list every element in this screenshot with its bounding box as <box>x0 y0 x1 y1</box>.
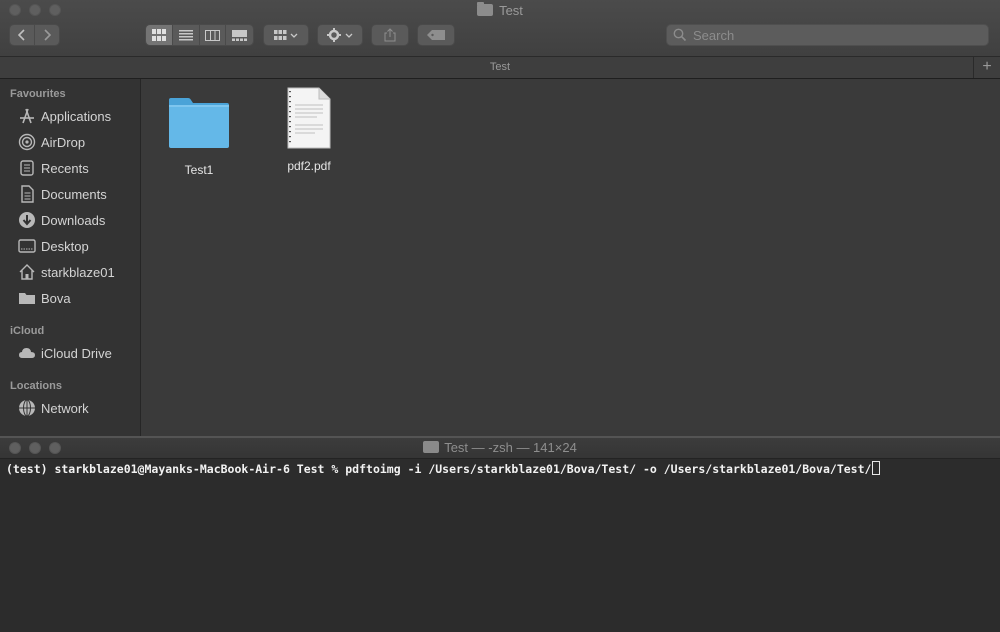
sidebar-item-recents[interactable]: Recents <box>18 157 89 179</box>
forward-button[interactable] <box>35 25 59 45</box>
sidebar-item-label: Documents <box>41 186 107 202</box>
sidebar-item-label: iCloud Drive <box>41 345 112 361</box>
sidebar-item-label: Recents <box>41 160 89 176</box>
gallery-view-button[interactable] <box>226 25 253 45</box>
search-placeholder: Search <box>693 27 735 43</box>
zoom-button[interactable] <box>49 442 61 454</box>
network-icon <box>18 399 36 417</box>
recents-icon <box>18 159 36 177</box>
applications-icon <box>18 107 36 125</box>
terminal-command: (test) starkblaze01@Mayanks-MacBook-Air-… <box>6 462 872 476</box>
chevron-left-icon <box>18 29 25 41</box>
sidebar-item-documents[interactable]: Documents <box>18 183 107 205</box>
cloud-icon <box>18 344 36 362</box>
view-mode-control <box>145 24 254 46</box>
folder-icon <box>423 441 440 453</box>
sidebar-item-downloads[interactable]: Downloads <box>18 209 105 231</box>
sidebar-item-label: Network <box>41 400 89 416</box>
sidebar-item-home[interactable]: starkblaze01 <box>18 261 115 283</box>
action-button[interactable] <box>317 24 363 46</box>
terminal-prompt-line[interactable]: (test) starkblaze01@Mayanks-MacBook-Air-… <box>6 461 881 476</box>
sidebar-item-applications[interactable]: Applications <box>18 105 111 127</box>
text-cursor <box>872 461 881 475</box>
sidebar-item-label: Desktop <box>41 238 89 254</box>
path-bar: Test + <box>0 57 1000 79</box>
sidebar-item-label: Bova <box>41 290 71 306</box>
share-button[interactable] <box>371 24 409 46</box>
share-icon <box>384 28 396 42</box>
minimize-button[interactable] <box>29 442 41 454</box>
column-view-button[interactable] <box>199 25 227 45</box>
sidebar-item-label: Downloads <box>41 212 106 228</box>
terminal-titlebar: Test — -zsh — 141×24 <box>0 438 1000 459</box>
sidebar-item-label: Applications <box>41 108 112 124</box>
close-button[interactable] <box>9 442 21 454</box>
gallery-icon <box>232 29 248 41</box>
sidebar-item-desktop[interactable]: Desktop <box>18 235 89 257</box>
documents-icon <box>18 185 36 203</box>
list-icon <box>178 29 193 40</box>
list-view-button[interactable] <box>172 25 200 45</box>
pdf-document-icon <box>287 87 331 149</box>
folder-icon <box>477 2 494 16</box>
sidebar-item-label: starkblaze01 <box>41 264 115 280</box>
search-field[interactable]: Search <box>666 24 989 46</box>
finder-toolbar: Test Search <box>0 0 1000 57</box>
sidebar-item-airdrop[interactable]: AirDrop <box>18 131 85 153</box>
folder-icon <box>169 98 229 148</box>
downloads-icon <box>18 211 36 229</box>
gear-icon <box>327 28 353 42</box>
sidebar: Favourites Applications AirDrop Recents … <box>0 79 141 436</box>
file-name: Test1 <box>184 163 214 177</box>
finder-window: Test Search Test + Favourites Applicatio… <box>0 0 1000 436</box>
terminal-title: Test — -zsh — 141×24 <box>444 440 577 455</box>
group-grid-icon <box>274 30 298 40</box>
file-item-test1[interactable] <box>168 97 232 149</box>
columns-icon <box>204 29 220 41</box>
terminal-window[interactable]: Test — -zsh — 141×24 (test) starkblaze01… <box>0 436 1000 632</box>
icon-view-button[interactable] <box>146 25 173 45</box>
sidebar-item-bova[interactable]: Bova <box>18 287 71 309</box>
tag-icon <box>427 30 445 40</box>
file-item-pdf2[interactable] <box>287 87 331 149</box>
add-tab-button[interactable]: + <box>973 57 1000 78</box>
sidebar-header-icloud: iCloud <box>10 325 45 337</box>
sidebar-item-icloud-drive[interactable]: iCloud Drive <box>18 342 112 364</box>
group-button[interactable] <box>263 24 309 46</box>
grid-icon <box>151 29 166 41</box>
airdrop-icon <box>18 133 36 151</box>
tag-button[interactable] <box>417 24 455 46</box>
home-icon <box>18 263 36 281</box>
desktop-icon <box>18 237 36 255</box>
search-icon <box>673 28 687 42</box>
sidebar-item-label: AirDrop <box>41 134 86 150</box>
chevron-right-icon <box>44 29 51 41</box>
back-forward-control <box>9 24 60 46</box>
sidebar-item-network[interactable]: Network <box>18 397 89 419</box>
file-name: pdf2.pdf <box>287 159 331 173</box>
file-browser-area: Test1 pdf2.pdf <box>141 79 1000 436</box>
path-bar-label: Test <box>489 61 511 73</box>
back-button[interactable] <box>10 25 35 45</box>
sidebar-header-favourites: Favourites <box>10 88 66 100</box>
window-title: Test <box>0 2 1000 18</box>
sidebar-header-locations: Locations <box>10 380 62 392</box>
folder-icon <box>18 289 36 307</box>
